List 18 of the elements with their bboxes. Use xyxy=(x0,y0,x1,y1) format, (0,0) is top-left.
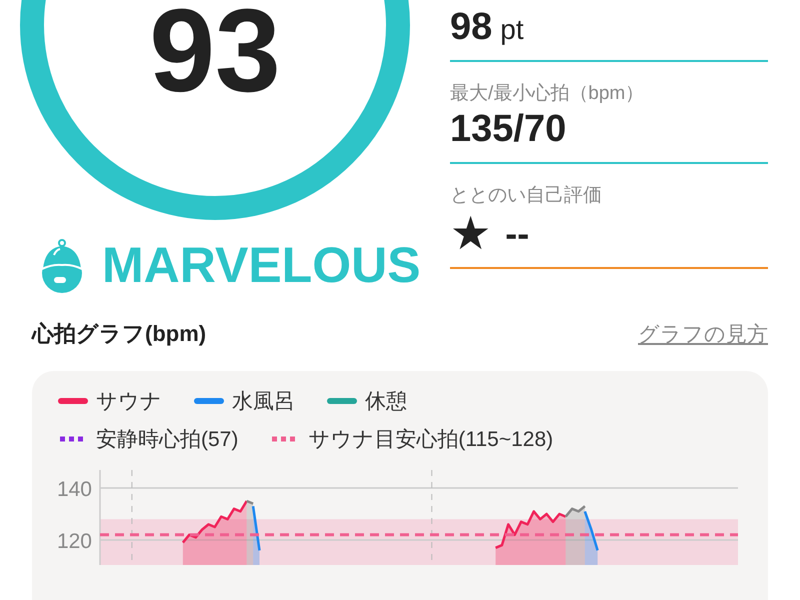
legend-label: 安静時心拍(57) xyxy=(96,427,238,453)
legend-label: 水風呂 xyxy=(232,389,295,415)
legend-label: 休憩 xyxy=(365,389,407,415)
score-value: 93 xyxy=(148,0,282,110)
stat-label: ととのい自己評価 xyxy=(450,184,603,208)
score-points: 98 xyxy=(450,5,492,50)
star-icon[interactable]: ★ xyxy=(450,208,492,259)
graph-help-link[interactable]: グラフの見方 xyxy=(638,320,768,348)
stat-label: 最大/最小心拍（bpm） xyxy=(450,82,646,106)
heart-rate-value: 135/70 xyxy=(450,108,566,150)
rating-level: MARVELOUS xyxy=(102,238,421,293)
unit-label: pt xyxy=(500,14,524,46)
section-title: 心拍グラフ(bpm) xyxy=(32,320,206,348)
legend-label: サウナ目安心拍(115~128) xyxy=(308,427,554,453)
axis-tick-label: 120 xyxy=(56,530,92,553)
axis-tick-label: 140 xyxy=(56,478,92,501)
rating-value: -- xyxy=(505,212,530,255)
legend-label: サウナ xyxy=(96,389,162,415)
